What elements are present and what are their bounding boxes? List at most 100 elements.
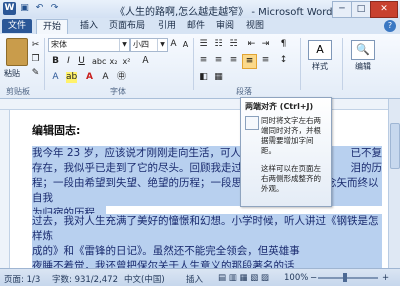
text-line-end: 泪的历 [350,162,383,174]
language-indicator[interactable]: 中文(中国) [124,273,165,285]
char-shading-icon[interactable]: A [100,72,111,83]
enclosed-char-icon[interactable]: ㊥ [116,72,127,83]
multilevel-list-icon[interactable]: ☵ [228,39,239,50]
divider [193,38,194,90]
text-line: 存在，我似乎已走到了它的尽头。回顾我走过来的 [32,162,263,174]
font-name-select[interactable]: 宋体 ▼ [48,38,130,52]
italic-button[interactable]: I [63,56,74,67]
bold-button[interactable]: B [50,56,61,67]
line-spacing-icon[interactable]: ↕ [278,55,289,66]
format-painter-icon[interactable]: ✎ [30,68,41,79]
underline-button[interactable]: U [76,56,87,67]
justify-icon [245,116,259,130]
align-center-icon[interactable]: ≡ [213,55,224,66]
word-window: W ▣ ↶ ↷ 《人生的路啊,怎么越走越窄》 - Microsoft Word … [0,0,400,286]
decrease-indent-icon[interactable]: ⇤ [246,39,257,50]
highlight-icon[interactable]: ab [66,72,77,83]
grow-font-icon[interactable]: A [168,39,179,50]
document-heading[interactable]: 编辑固志: [32,122,80,138]
editing-label: 编辑 [355,62,371,71]
show-marks-icon[interactable]: ¶ [278,39,289,50]
find-icon: 🔍 [351,40,375,60]
tooltip-title: 两端对齐 (Ctrl+J) [245,102,314,111]
increase-indent-icon[interactable]: ⇥ [260,39,271,50]
divider [342,38,343,90]
redo-icon[interactable]: ↷ [48,2,61,15]
clipboard-group-label: 剪贴板 [6,87,30,96]
tooltip-body-2: 这样可以在页面左右两侧形成整齐的外观。 [261,164,321,193]
tab-view[interactable]: 视图 [240,19,270,33]
align-left-icon[interactable]: ≡ [198,55,209,66]
font-color-icon[interactable]: A [84,72,95,83]
font-size-select[interactable]: 小四 ▼ [130,38,168,52]
view-buttons[interactable]: ▤ ▥ ▦ ▧ ▨ [218,273,269,283]
clear-format-icon[interactable]: Ａ [140,56,151,67]
scrollbar-thumb[interactable] [390,123,400,169]
borders-icon[interactable]: ▦ [213,72,224,83]
numbering-icon[interactable]: ☷ [213,39,224,50]
text-line: 夜睡不着觉，我还曾把保尔关于人生意义的那段著名的话 [32,259,382,268]
divider [300,38,301,90]
superscript-button[interactable]: x² [121,56,132,67]
font-size-value: 小四 [133,40,149,49]
shading-icon[interactable]: ◧ [198,72,209,83]
chevron-down-icon: ▼ [119,39,129,51]
zoom-slider-handle[interactable] [343,273,347,282]
ribbon-tabs: 文件 开始 插入 页面布局 引用 邮件 审阅 视图 ? [0,18,400,34]
text-line-end: 已不复 [350,147,383,159]
tab-insert[interactable]: 插入 [74,19,104,33]
subscript-button[interactable]: x₂ [108,56,119,67]
zoom-level[interactable]: 100% [284,273,308,283]
tab-references[interactable]: 引用 [152,19,182,33]
tab-review[interactable]: 审阅 [210,19,240,33]
tab-home[interactable]: 开始 [36,19,69,34]
strikethrough-button[interactable]: abc [92,56,106,67]
tab-file[interactable]: 文件 [2,19,33,33]
save-icon[interactable]: ▣ [18,2,31,15]
shrink-font-icon[interactable]: A [180,39,191,50]
copy-icon[interactable]: ❐ [30,54,41,65]
font-name-value: 宋体 [51,40,67,49]
zoom-out-icon[interactable]: − [310,273,317,283]
vertical-scrollbar[interactable] [388,99,400,268]
text-line: 过去，我对人生充满了美好的憧憬和幻想。小学时候，听人讲过《钢铁是怎样炼 [32,214,382,244]
styles-label: 样式 [312,62,328,71]
window-title: 《人生的路啊,怎么越走越窄》 - Microsoft Word [115,7,333,18]
justify-icon: ≡ [245,56,254,66]
chevron-down-icon: ▼ [157,39,167,51]
styles-button[interactable]: A 样式 [307,40,333,71]
word-count[interactable]: 字数: 931/2,472 [52,273,118,285]
zoom-in-icon[interactable]: + [382,273,389,283]
word-app-icon[interactable]: W [3,2,16,15]
maximize-button[interactable]: □ [351,1,371,18]
styles-icon: A [308,40,332,60]
text-line: 成的》和《雷锋的日记》。虽然还不能完全领会，但英雄事 [32,244,382,259]
paste-icon[interactable] [6,38,28,66]
paste-button-label[interactable]: 粘贴 [4,68,20,79]
help-icon[interactable]: ? [384,20,396,32]
paragraph-2[interactable]: 过去，我对人生充满了美好的憧憬和幻想。小学时候，听人讲过《钢铁是怎样炼 成的》和… [32,214,382,268]
status-bar: 页面: 1/3 字数: 931/2,472 中文(中国) 插入 ▤ ▥ ▦ ▧ … [0,268,400,286]
vertical-ruler[interactable] [0,110,10,268]
tab-page-layout[interactable]: 页面布局 [103,19,151,33]
tab-mailings[interactable]: 邮件 [181,19,211,33]
zoom-slider[interactable] [318,277,378,279]
minimize-button[interactable]: ─ [332,1,352,18]
justify-tooltip: 两端对齐 (Ctrl+J) 同时将文字左右两端同时对齐，并根据需要增加字间距。 … [240,97,332,207]
bullets-icon[interactable]: ☰ [198,39,209,50]
font-group-label: 字体 [110,87,126,96]
align-right-icon[interactable]: ≡ [228,55,239,66]
paragraph-group-label: 段落 [236,87,252,96]
distributed-icon[interactable]: ≡ [260,55,271,66]
divider [44,38,45,90]
insert-mode[interactable]: 插入 [186,273,203,285]
cut-icon[interactable]: ✂ [30,40,41,51]
editing-button[interactable]: 🔍 编辑 [350,40,376,71]
justify-button[interactable]: ≡ [242,54,257,69]
horizontal-ruler[interactable] [0,99,400,110]
close-button[interactable]: ✕ [370,1,398,18]
undo-icon[interactable]: ↶ [33,2,46,15]
page-indicator[interactable]: 页面: 1/3 [4,273,40,285]
text-line: 我今年 23 岁，应该说才刚刚走向生活，可人生的 [32,147,263,159]
text-effects-icon[interactable]: A [50,72,61,83]
